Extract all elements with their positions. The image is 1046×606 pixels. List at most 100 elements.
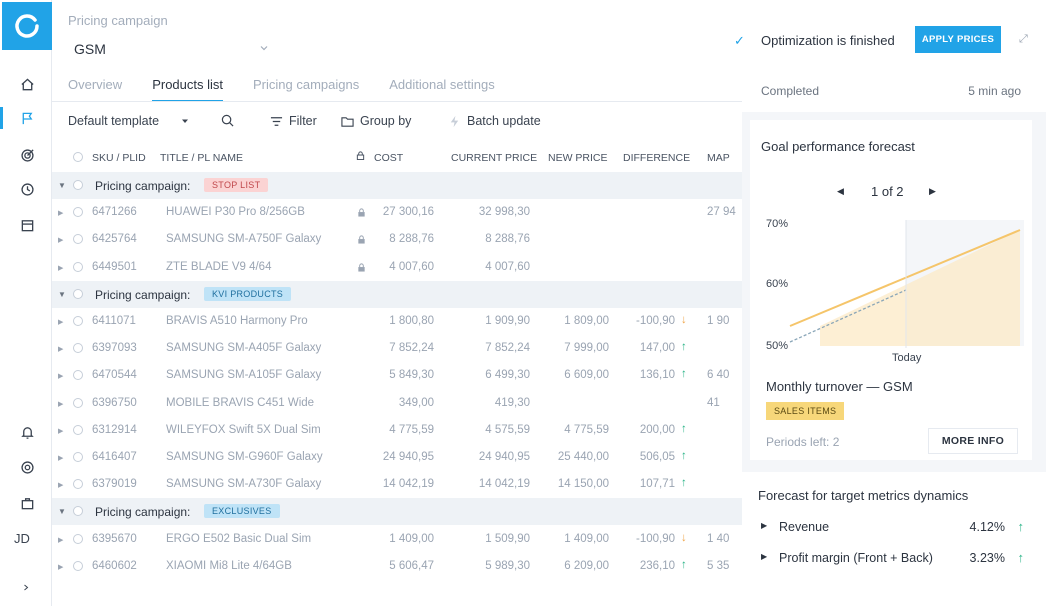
- metric-revenue[interactable]: ▶ Revenue 4.12% ↑: [748, 514, 1030, 542]
- group-checkbox[interactable]: [73, 288, 83, 299]
- new-price-cell[interactable]: 7 999,00: [564, 342, 609, 354]
- title-cell[interactable]: SAMSUNG SM-G960F Galaxy: [166, 451, 323, 463]
- table-row[interactable]: ▶ 6449501 ZTE BLADE V9 4/64 4 007,60 4 007,6…: [52, 254, 742, 281]
- briefcase-icon[interactable]: [17, 493, 37, 513]
- row-expand-icon[interactable]: ▶: [58, 345, 63, 353]
- collapse-caret-icon[interactable]: ▼: [58, 507, 66, 516]
- collapse-rail-icon[interactable]: [22, 577, 30, 597]
- row-expand-icon[interactable]: ▶: [58, 209, 63, 217]
- apply-prices-button[interactable]: APPLY PRICES: [915, 26, 1001, 53]
- user-avatar[interactable]: JD: [14, 531, 30, 546]
- row-expand-icon[interactable]: ▶: [58, 372, 63, 380]
- table-row[interactable]: ▶ 6425764 SAMSUNG SM-A750F Galaxy 8 288,76 8…: [52, 226, 742, 253]
- title-cell[interactable]: WILEYFOX Swift 5X Dual Sim: [166, 424, 321, 436]
- row-checkbox[interactable]: [73, 424, 83, 435]
- search-button[interactable]: [221, 114, 240, 127]
- target-icon[interactable]: [17, 145, 37, 165]
- tab-additional-settings[interactable]: Additional settings: [389, 74, 495, 102]
- group-row[interactable]: ▼ Pricing campaign: EXCLUSIVES: [52, 498, 742, 526]
- title-cell[interactable]: MOBILE BRAVIS C451 Wide: [166, 397, 314, 409]
- col-sku[interactable]: SKU / PLID: [92, 152, 146, 164]
- row-checkbox[interactable]: [73, 261, 83, 272]
- title-cell[interactable]: HUAWEI P30 Pro 8/256GB: [166, 206, 305, 218]
- row-expand-icon[interactable]: ▶: [58, 318, 63, 326]
- row-expand-icon[interactable]: ▶: [58, 481, 63, 489]
- new-price-cell[interactable]: 1 409,00: [564, 533, 609, 545]
- prev-page-icon[interactable]: ◀: [837, 186, 844, 197]
- collapse-caret-icon[interactable]: ▼: [58, 181, 66, 190]
- app-logo[interactable]: [2, 2, 52, 50]
- new-price-cell[interactable]: 14 150,00: [558, 478, 609, 490]
- table-row[interactable]: ▶ 6396750 MOBILE BRAVIS C451 Wide 349,00 419…: [52, 390, 742, 417]
- row-checkbox[interactable]: [73, 343, 83, 354]
- collapse-caret-icon[interactable]: ▼: [58, 290, 66, 299]
- row-checkbox[interactable]: [73, 533, 83, 544]
- bell-icon[interactable]: [17, 422, 37, 442]
- new-price-cell[interactable]: 4 775,59: [564, 424, 609, 436]
- group-checkbox[interactable]: [73, 506, 83, 517]
- col-new-price[interactable]: NEW PRICE: [548, 152, 608, 164]
- clock-icon[interactable]: [17, 179, 37, 199]
- title-cell[interactable]: ERGO E502 Basic Dual Sim: [166, 533, 311, 545]
- group-row[interactable]: ▼ Pricing campaign: STOP LIST: [52, 172, 742, 199]
- col-current-price[interactable]: CURRENT PRICE: [451, 152, 537, 164]
- select-all-checkbox[interactable]: [73, 152, 83, 162]
- row-checkbox[interactable]: [73, 397, 83, 408]
- filter-button[interactable]: Filter: [270, 114, 317, 128]
- tab-pricing-campaigns[interactable]: Pricing campaigns: [253, 74, 359, 102]
- row-expand-icon[interactable]: ▶: [58, 236, 63, 244]
- expand-icon[interactable]: ⤢: [1019, 33, 1028, 46]
- title-cell[interactable]: ZTE BLADE V9 4/64: [166, 261, 271, 273]
- row-expand-icon[interactable]: ▶: [58, 454, 63, 462]
- row-checkbox[interactable]: [73, 316, 83, 326]
- campaign-select[interactable]: GSM: [68, 36, 268, 62]
- batch-update-button[interactable]: Batch update: [448, 114, 541, 128]
- table-row[interactable]: ▶ 6416407 SAMSUNG SM-G960F Galaxy 24 940,95…: [52, 444, 742, 471]
- row-expand-icon[interactable]: ▶: [58, 400, 63, 408]
- calendar-icon[interactable]: [17, 215, 37, 235]
- metric-profit-margin[interactable]: ▶ Profit margin (Front + Back) 3.23% ↑: [748, 545, 1030, 573]
- tab-overview[interactable]: Overview: [68, 74, 122, 102]
- table-row[interactable]: ▶ 6460602 XIAOMI Mi8 Lite 4/64GB 5 606,47 5 …: [52, 553, 742, 580]
- new-price-cell[interactable]: 1 809,00: [564, 315, 609, 327]
- title-cell[interactable]: SAMSUNG SM-A105F Galaxy: [166, 369, 321, 381]
- more-info-button[interactable]: MORE INFO: [928, 428, 1018, 454]
- row-checkbox[interactable]: [73, 207, 83, 218]
- col-cost[interactable]: COST: [374, 152, 403, 164]
- table-row[interactable]: ▶ 6379019 SAMSUNG SM-A730F Galaxy 14 042,19…: [52, 471, 742, 498]
- row-expand-icon[interactable]: ▶: [58, 427, 63, 435]
- title-cell[interactable]: SAMSUNG SM-A750F Galaxy: [166, 233, 321, 245]
- table-row[interactable]: ▶ 6411071 BRAVIS A510 Harmony Pro 1 800,80 1…: [52, 308, 742, 335]
- flag-icon[interactable]: [17, 108, 37, 128]
- new-price-cell[interactable]: 6 609,00: [564, 369, 609, 381]
- home-icon[interactable]: [17, 74, 37, 94]
- table-row[interactable]: ▶ 6397093 SAMSUNG SM-A405F Galaxy 7 852,24 7…: [52, 335, 742, 362]
- group-row[interactable]: ▼ Pricing campaign: KVI PRODUCTS: [52, 280, 742, 308]
- title-cell[interactable]: XIAOMI Mi8 Lite 4/64GB: [166, 560, 292, 572]
- template-select[interactable]: Default template: [68, 114, 195, 128]
- row-checkbox[interactable]: [73, 452, 83, 462]
- title-cell[interactable]: SAMSUNG SM-A730F Galaxy: [166, 478, 321, 490]
- table-row[interactable]: ▶ 6471266 HUAWEI P30 Pro 8/256GB 27 300,16 3…: [52, 199, 742, 226]
- next-page-icon[interactable]: ▶: [929, 186, 936, 197]
- support-icon[interactable]: [17, 457, 37, 477]
- new-price-cell[interactable]: 25 440,00: [558, 451, 609, 463]
- row-checkbox[interactable]: [73, 234, 83, 245]
- row-expand-icon[interactable]: ▶: [58, 536, 63, 544]
- row-checkbox[interactable]: [73, 370, 83, 381]
- tab-products-list[interactable]: Products list: [152, 74, 223, 102]
- table-row[interactable]: ▶ 6395670 ERGO E502 Basic Dual Sim 1 409,00…: [52, 526, 742, 553]
- group-checkbox[interactable]: [73, 180, 83, 190]
- title-cell[interactable]: BRAVIS A510 Harmony Pro: [166, 315, 308, 327]
- table-row[interactable]: ▶ 6470544 SAMSUNG SM-A105F Galaxy 5 849,30 6…: [52, 362, 742, 389]
- row-expand-icon[interactable]: ▶: [58, 563, 63, 571]
- col-title[interactable]: TITLE / PL NAME: [160, 152, 243, 164]
- table-row[interactable]: ▶ 6312914 WILEYFOX Swift 5X Dual Sim 4 775,…: [52, 417, 742, 444]
- row-expand-icon[interactable]: ▶: [58, 264, 63, 272]
- new-price-cell[interactable]: 6 209,00: [564, 560, 609, 572]
- col-map[interactable]: MAP: [707, 152, 730, 164]
- group-by-button[interactable]: Group by: [341, 114, 411, 128]
- col-difference[interactable]: DIFFERENCE: [623, 152, 690, 164]
- row-checkbox[interactable]: [73, 560, 83, 571]
- title-cell[interactable]: SAMSUNG SM-A405F Galaxy: [166, 342, 321, 354]
